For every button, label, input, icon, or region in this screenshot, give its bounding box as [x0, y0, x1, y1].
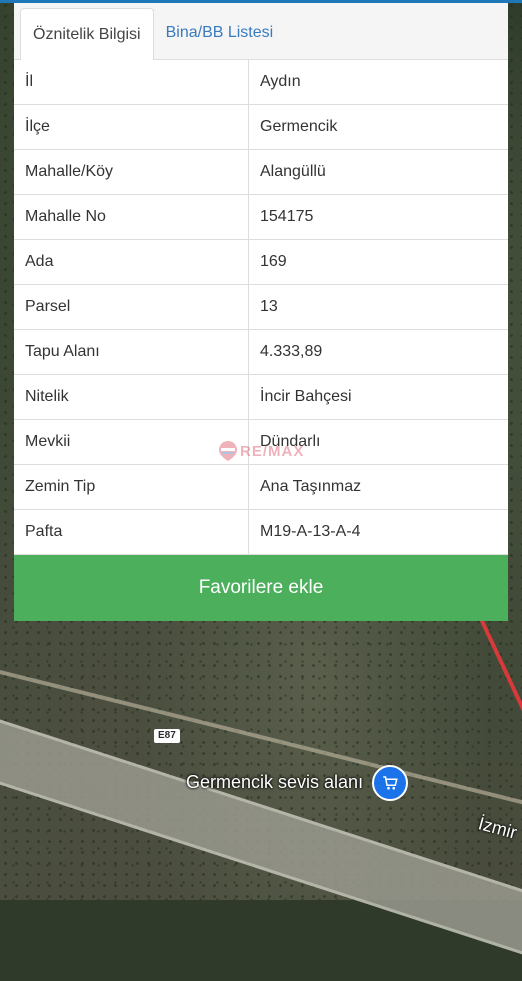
- table-row: Tapu Alanı 4.333,89: [14, 329, 508, 375]
- tab-bar: Öznitelik Bilgisi Bina/BB Listesi: [14, 3, 508, 60]
- add-to-favorites-button[interactable]: Favorilere ekle: [14, 555, 508, 621]
- row-value: 154175: [248, 194, 508, 240]
- poi-label[interactable]: Germencik sevis alanı: [186, 772, 363, 793]
- row-key: Tapu Alanı: [14, 329, 249, 375]
- row-value: 169: [248, 239, 508, 285]
- table-row: Ada 169: [14, 239, 508, 285]
- road-shield-e87: E87: [154, 729, 180, 743]
- row-key: Mahalle No: [14, 194, 249, 240]
- watermark-text: RE/MAX: [240, 442, 305, 460]
- row-value: İncir Bahçesi: [248, 374, 508, 420]
- tab-building-list[interactable]: Bina/BB Listesi: [154, 8, 286, 58]
- row-key: Zemin Tip: [14, 464, 249, 510]
- table-row: Pafta M19-A-13-A-4: [14, 509, 508, 555]
- table-row: Nitelik İncir Bahçesi: [14, 374, 508, 420]
- balloon-logo-icon: [219, 441, 237, 461]
- row-value: Germencik: [248, 104, 508, 150]
- row-key: İl: [14, 60, 249, 105]
- row-value: M19-A-13-A-4: [248, 509, 508, 555]
- row-value: 4.333,89: [248, 329, 508, 375]
- row-value: Ana Taşınmaz: [248, 464, 508, 510]
- row-key: Pafta: [14, 509, 249, 555]
- table-row: Mahalle/Köy Alangüllü: [14, 149, 508, 195]
- row-key: Mahalle/Köy: [14, 149, 249, 195]
- tab-attribute-info[interactable]: Öznitelik Bilgisi: [20, 8, 154, 60]
- table-row: İl Aydın: [14, 60, 508, 105]
- row-key: Mevkii: [14, 419, 249, 465]
- row-key: Ada: [14, 239, 249, 285]
- attribute-table: İl Aydın İlçe Germencik Mahalle/Köy Alangüllü…: [14, 60, 508, 555]
- remax-watermark: RE/MAX: [218, 436, 308, 466]
- shopping-cart-icon[interactable]: [372, 765, 408, 801]
- row-key: İlçe: [14, 104, 249, 150]
- row-value: 13: [248, 284, 508, 330]
- table-row: Parsel 13: [14, 284, 508, 330]
- table-row: İlçe Germencik: [14, 104, 508, 150]
- table-row: Mahalle No 154175: [14, 194, 508, 240]
- row-value: Alangüllü: [248, 149, 508, 195]
- row-value: Aydın: [248, 60, 508, 105]
- row-key: Parsel: [14, 284, 249, 330]
- row-key: Nitelik: [14, 374, 249, 420]
- table-row: Zemin Tip Ana Taşınmaz: [14, 464, 508, 510]
- attribute-panel: Öznitelik Bilgisi Bina/BB Listesi İl Aydı…: [14, 3, 508, 621]
